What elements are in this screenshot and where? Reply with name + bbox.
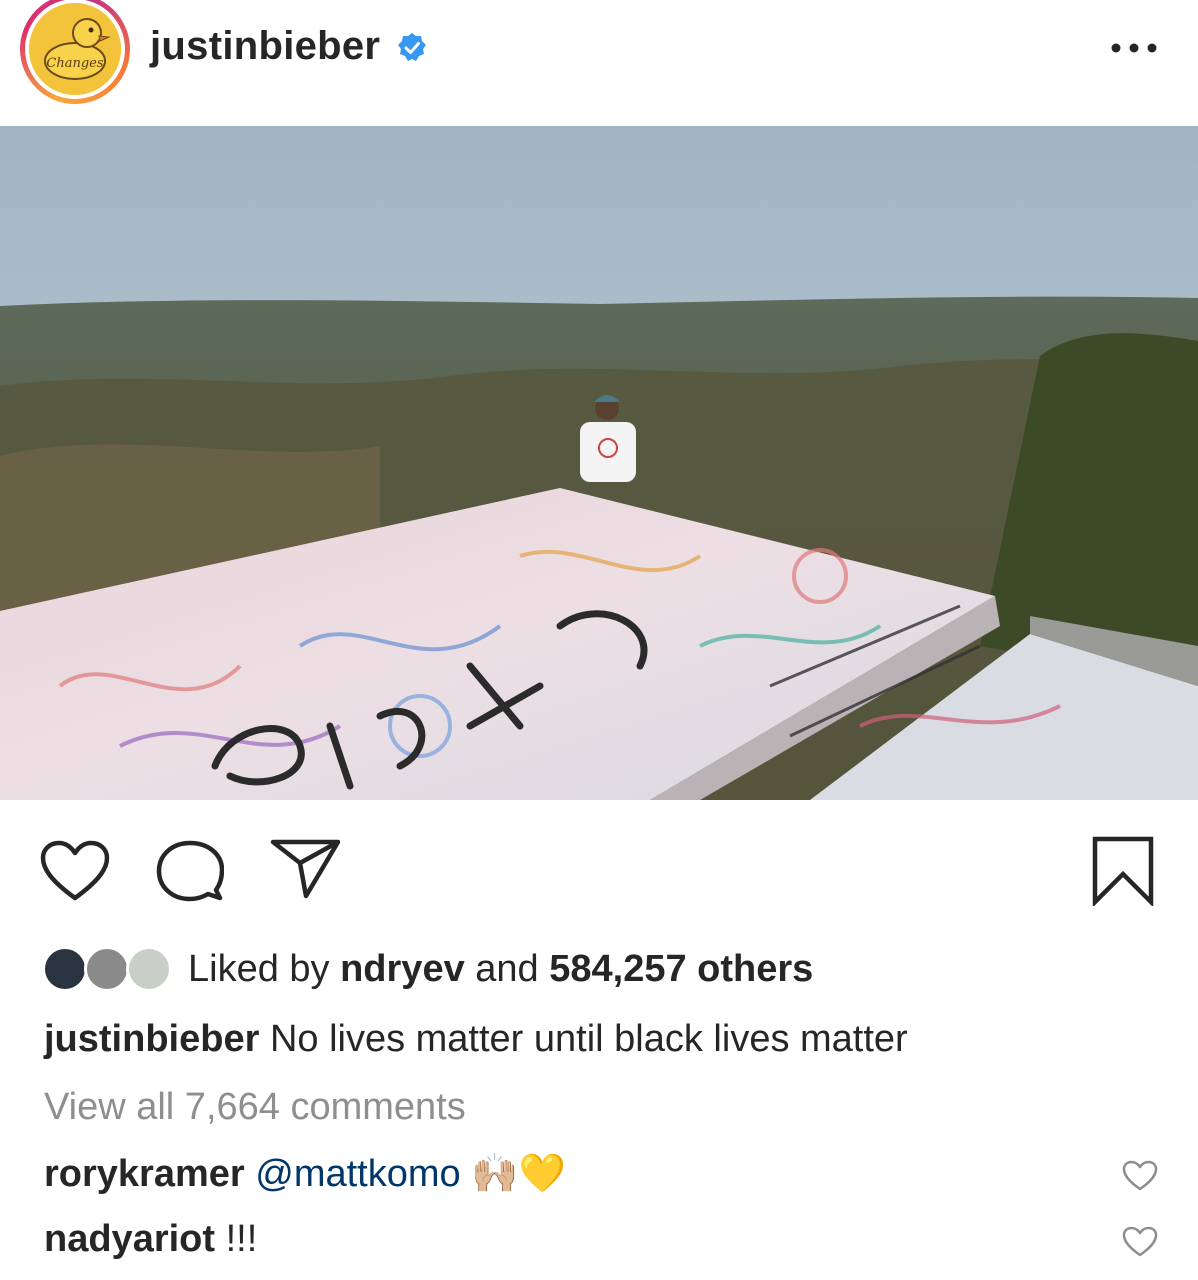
likes-text: Liked by ndryev and 584,257 others <box>188 948 813 991</box>
comment-text: 🙌🏼💛 <box>460 1153 566 1195</box>
comment-username[interactable]: rorykramer <box>44 1153 245 1195</box>
comment-mention[interactable]: @mattkomo <box>255 1153 460 1195</box>
story-ring[interactable]: Changes <box>20 0 130 104</box>
liker-avatar <box>126 946 172 992</box>
likes-middle: and <box>464 948 550 990</box>
heart-outline-icon[interactable] <box>40 840 110 902</box>
caption-text: No lives matter until black lives matter <box>269 1018 908 1060</box>
likes-count[interactable]: 584,257 others <box>549 948 813 990</box>
comment-item: rorykramer @mattkomo 🙌🏼💛 <box>44 1152 566 1196</box>
verified-badge-icon <box>398 33 426 61</box>
comment-username[interactable]: nadyariot <box>44 1218 215 1260</box>
comment-bubble-icon[interactable] <box>156 840 224 904</box>
bookmark-icon[interactable] <box>1090 836 1156 906</box>
likes-prefix: Liked by <box>188 948 341 990</box>
liker-avatar <box>42 946 88 992</box>
action-bar <box>0 800 1198 930</box>
more-options-icon[interactable] <box>1110 38 1158 58</box>
liker-avatar <box>84 946 130 992</box>
paper-plane-icon[interactable] <box>270 838 342 900</box>
avatar-label: Changes <box>46 56 103 71</box>
likes-summary[interactable]: Liked by ndryev and 584,257 others <box>0 940 1198 1000</box>
post-header: Changes justinbieber <box>0 0 1198 126</box>
caption-username[interactable]: justinbieber <box>44 1018 259 1060</box>
post-caption: justinbieber No lives matter until black… <box>44 1018 908 1061</box>
post-photo[interactable] <box>0 126 1198 800</box>
comment-like-heart-icon[interactable] <box>1122 1226 1158 1258</box>
rubber-duck-icon: Changes <box>29 3 121 95</box>
comment-item: nadyariot !!! <box>44 1218 257 1261</box>
comment-like-heart-icon[interactable] <box>1122 1160 1158 1192</box>
post-username[interactable]: justinbieber <box>150 24 380 69</box>
avatar[interactable]: Changes <box>29 3 121 95</box>
view-all-comments-link[interactable]: View all 7,664 comments <box>44 1086 466 1129</box>
comment-text: !!! <box>225 1218 258 1260</box>
likes-user[interactable]: ndryev <box>340 948 465 990</box>
